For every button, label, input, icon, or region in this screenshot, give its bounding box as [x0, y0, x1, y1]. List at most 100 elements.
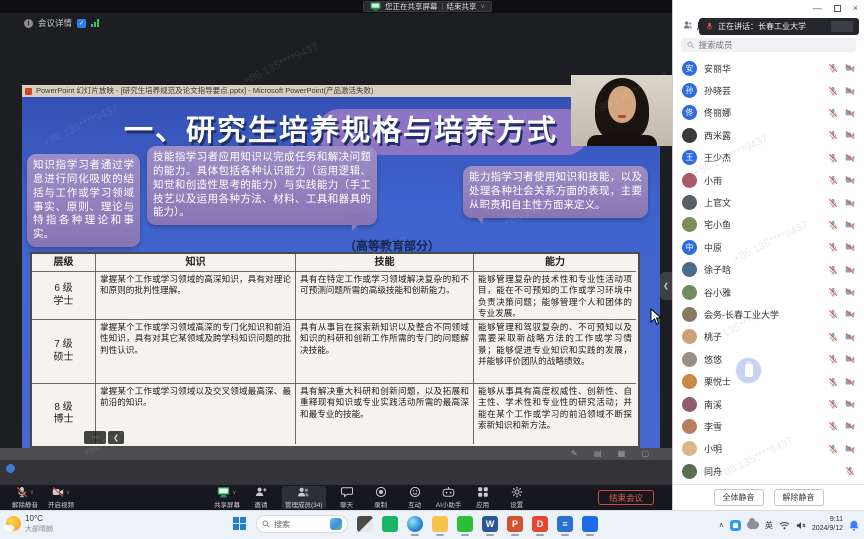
sidebar-collapse-handle[interactable]: ❮ [660, 272, 672, 300]
participant-row[interactable]: 上官文 [673, 191, 864, 213]
taskbar-app-app-dw[interactable]: D [532, 516, 548, 532]
toolbar-chat-button[interactable]: 聊天 [334, 486, 360, 509]
mic-muted-icon [828, 153, 838, 163]
toolbar-ai-button[interactable]: AI小助手 [436, 486, 462, 509]
participant-status-icons [828, 265, 855, 275]
annotation-tools-icons[interactable]: ✎ ▤ ▦ ▢ [571, 449, 656, 458]
record-icon [375, 486, 387, 498]
participant-name: 小雨 [704, 174, 828, 187]
interact-smiley-icon [409, 486, 421, 498]
cloud-icon[interactable] [747, 521, 759, 529]
slideshow-tools-chip[interactable]: ··· [84, 431, 106, 444]
avatar [682, 262, 697, 277]
participant-row[interactable]: 李雪 [673, 415, 864, 437]
start-button[interactable] [233, 517, 247, 531]
slide-title: 一、研究生培养规格与培养方式 [22, 107, 660, 149]
search-bar[interactable] [681, 38, 856, 52]
participant-row[interactable]: 同舟 [673, 460, 864, 482]
toolbar-members-button[interactable]: 管理成员(34) [282, 486, 326, 509]
participant-row[interactable]: 悠悠 [673, 348, 864, 370]
volume-muted-icon[interactable] [796, 521, 806, 530]
callout-ability: 能力指学习者使用知识和技能，以及处理各种社会关系方面的表现，主要从职责和自主性方… [463, 166, 648, 218]
camera-off-icon [845, 354, 855, 364]
participant-row[interactable]: 安安丽华 [673, 57, 864, 79]
taskbar-app-wechat[interactable] [457, 516, 473, 532]
share-status-text: 您正在共享屏幕 [385, 1, 438, 12]
participant-status-icons [828, 399, 855, 409]
chevron-up-icon[interactable]: ∨ [232, 489, 236, 496]
hidden-icons-caret[interactable]: ∧ [719, 521, 724, 529]
taskbar-app-edge-browser[interactable] [407, 516, 423, 532]
toolbar-video-button[interactable]: ∨开启视频 [48, 486, 74, 509]
tray-meeting-app-icon[interactable] [730, 520, 741, 531]
participant-row[interactable]: 栗悦士 [673, 370, 864, 392]
taskbar-app-task-view[interactable] [357, 516, 373, 532]
floating-widget-bubble[interactable] [735, 357, 762, 384]
screen-share-banner[interactable]: 您正在共享屏幕 结束共享 ∨ [363, 1, 492, 12]
search-icon [687, 41, 694, 49]
participant-name: 悠悠 [704, 353, 828, 366]
weather-icon [6, 516, 21, 531]
participant-row[interactable]: 会务-长春工业大学 [673, 303, 864, 325]
taskbar-center: 搜索 WPD ≡ [233, 515, 598, 533]
participant-row[interactable]: 小雨 [673, 169, 864, 191]
taskbar-app-app-green[interactable] [382, 516, 398, 532]
taskbar-app-notes-app[interactable]: ≡ [557, 516, 573, 532]
invite-icon [255, 486, 267, 498]
maximize-button[interactable] [834, 5, 841, 12]
camera-off-icon [845, 63, 855, 73]
participant-row[interactable]: 王王少杰 [673, 147, 864, 169]
search-highlight-icon [330, 518, 342, 530]
toolbar-record-button[interactable]: 录制 [368, 486, 394, 509]
taskbar-app-file-explorer[interactable] [432, 516, 448, 532]
unmute-all-button[interactable]: 解除静音 [774, 489, 824, 506]
toolbar-apps-button[interactable]: 应用 [470, 486, 496, 509]
toolbar-interact-button[interactable]: 互动 [402, 486, 428, 509]
participant-row[interactable]: 小明 [673, 438, 864, 460]
participants-panel: — × 成员(34) ≡ 正在讲话：长春工业大学 安安丽华孙孙晓芸佟佟丽娜西米露… [672, 0, 864, 510]
meeting-topbar: 您正在共享屏幕 结束共享 ∨ [0, 0, 672, 13]
participant-row[interactable]: 谷小雅 [673, 281, 864, 303]
taskbar-app-meeting-app[interactable] [582, 516, 598, 532]
end-share-action[interactable]: 结束共享 [447, 1, 477, 12]
participant-row[interactable]: 佟佟丽娜 [673, 102, 864, 124]
participant-row[interactable]: 西米露 [673, 124, 864, 146]
toolbar-settings-button[interactable]: 设置 [504, 486, 530, 509]
participant-row[interactable]: 徐子晗 [673, 259, 864, 281]
participant-row[interactable]: 孙孙晓芸 [673, 79, 864, 101]
mute-icon: ∨ [16, 486, 34, 498]
participant-list[interactable]: 安安丽华孙孙晓芸佟佟丽娜西米露王王少杰小雨上官文宅小鱼中中原徐子晗谷小雅会务-长… [673, 57, 864, 484]
taskbar-clock[interactable]: 9:11 2024/9/12 [812, 516, 843, 534]
chevron-up-icon[interactable]: ∨ [30, 489, 34, 496]
wifi-icon[interactable] [779, 521, 790, 530]
table-skill-cell: 具有解决重大科研和创新问题，以及拓展和重释现有知识或专业实践活动所需的最高深和最… [296, 384, 474, 444]
close-button[interactable]: × [853, 3, 858, 13]
participant-row[interactable]: 南溪 [673, 393, 864, 415]
slideshow-nav[interactable]: ··· ❮ [84, 431, 124, 444]
taskbar-search[interactable]: 搜索 [256, 515, 348, 533]
toolbar-share-button[interactable]: ∨共享屏幕 [214, 486, 240, 509]
chevron-down-icon[interactable]: ∨ [481, 3, 485, 10]
mute-all-button[interactable]: 全体静音 [714, 489, 764, 506]
participant-row[interactable]: 桃子 [673, 326, 864, 348]
minimize-button[interactable]: — [813, 3, 822, 13]
floating-assistant-icon[interactable] [6, 464, 15, 473]
toolbar-mute-button[interactable]: ∨解除静音 [12, 486, 38, 509]
ime-indicator[interactable]: 英 [765, 520, 773, 531]
end-meeting-button[interactable]: 结束会议 [598, 490, 654, 505]
taskbar-app-word[interactable]: W [482, 516, 498, 532]
meeting-info-label[interactable]: 会议详情 [38, 17, 72, 29]
toolbar-invite-button[interactable]: 邀请 [248, 486, 274, 509]
participant-row[interactable]: 宅小鱼 [673, 214, 864, 236]
participant-status-icons [828, 287, 855, 297]
chevron-up-icon[interactable]: ∨ [66, 489, 70, 496]
taskbar-weather-widget[interactable]: 10°C 大部晴朗 [6, 514, 53, 534]
toolbar-invite-label: 邀请 [255, 499, 268, 509]
participant-row[interactable]: 中中原 [673, 236, 864, 258]
mic-muted-icon [828, 377, 838, 387]
previous-slide-button[interactable]: ❮ [108, 431, 124, 444]
taskbar-app-powerpoint[interactable]: P [507, 516, 523, 532]
notification-bell-icon[interactable] [849, 520, 859, 531]
speaking-toast: 正在讲话：长春工业大学 [699, 18, 859, 35]
search-input[interactable] [698, 40, 850, 50]
